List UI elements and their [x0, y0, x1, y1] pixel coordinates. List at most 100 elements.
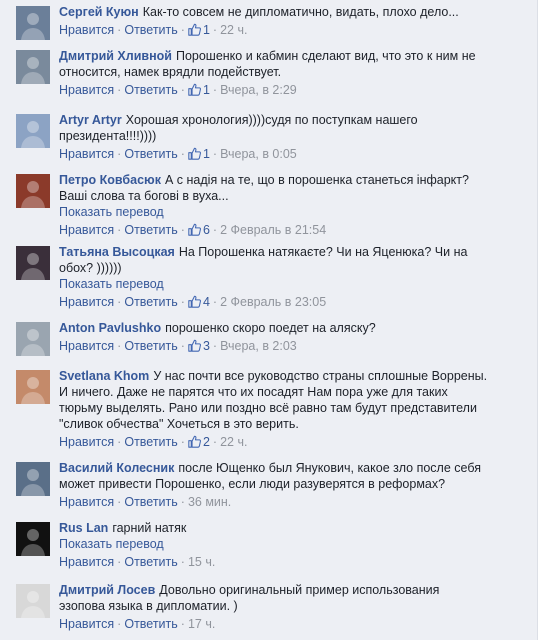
- avatar[interactable]: [16, 370, 50, 404]
- like-link[interactable]: Нравится: [59, 495, 114, 509]
- like-link[interactable]: Нравится: [59, 295, 114, 309]
- like-link[interactable]: Нравится: [59, 435, 114, 449]
- like-link[interactable]: Нравится: [59, 339, 114, 353]
- like-link[interactable]: Нравится: [59, 83, 114, 97]
- like-count[interactable]: 6: [188, 223, 210, 237]
- avatar[interactable]: [16, 522, 50, 556]
- reply-link[interactable]: Ответить: [124, 495, 177, 509]
- separator-dot: ·: [117, 495, 122, 509]
- like-count-value: 4: [202, 295, 210, 309]
- comment-timestamp[interactable]: 17 ч.: [188, 617, 215, 631]
- comment-text: И ничего. Даже не парятся что их посадят…: [59, 385, 448, 399]
- like-link[interactable]: Нравится: [59, 23, 114, 37]
- show-translation-link[interactable]: Показать перевод: [59, 204, 524, 220]
- reply-link[interactable]: Ответить: [124, 23, 177, 37]
- show-translation-link[interactable]: Показать перевод: [59, 536, 524, 552]
- separator-dot: ·: [180, 435, 185, 449]
- like-count[interactable]: 3: [188, 339, 210, 353]
- like-count-value: 2: [202, 435, 210, 449]
- comment-timestamp[interactable]: 2 Февраль в 23:05: [220, 295, 326, 309]
- comment-body: Artyr Artyr Хорошая хронология))))судя по…: [59, 112, 524, 162]
- comment-timestamp[interactable]: 2 Февраль в 21:54: [220, 223, 326, 237]
- comment-timestamp[interactable]: Вчера, в 0:05: [220, 147, 297, 161]
- comment-author[interactable]: Svetlana Khom: [59, 369, 149, 383]
- like-link[interactable]: Нравится: [59, 617, 114, 631]
- reply-link[interactable]: Ответить: [124, 435, 177, 449]
- comment-text: На Порошенка натякаєте? Чи на Яценюка? Ч…: [178, 245, 468, 259]
- comment-body: Rus Lan гарний натяк Показать перевод Нрави…: [59, 520, 524, 570]
- avatar[interactable]: [16, 6, 50, 40]
- reply-link[interactable]: Ответить: [124, 617, 177, 631]
- comment-actions: Нравится · Ответить · 36 мин.: [59, 494, 524, 510]
- separator-dot: ·: [180, 339, 185, 353]
- comment-text: Хорошая хронология))))судя по поступкам …: [125, 113, 418, 127]
- separator-dot: ·: [117, 83, 122, 97]
- comment-author[interactable]: Татьяна Высоцкая: [59, 245, 175, 259]
- comment-text-line: Anton Pavlushko порошенко скоро поедет на…: [59, 320, 524, 336]
- comment-author[interactable]: Дмитрий Лосев: [59, 583, 155, 597]
- separator-dot: ·: [180, 555, 185, 569]
- comment-text: после Ющенко был Янукович, какое зло пос…: [178, 461, 481, 475]
- comment-author[interactable]: Дмитрий Хливной: [59, 49, 172, 63]
- like-count-value: 6: [202, 223, 210, 237]
- reply-link[interactable]: Ответить: [124, 147, 177, 161]
- comment-body: Дмитрий Лосев Довольно оригинальный приме…: [59, 582, 524, 632]
- avatar[interactable]: [16, 462, 50, 496]
- avatar[interactable]: [16, 322, 50, 356]
- comment-timestamp[interactable]: Вчера, в 2:29: [220, 83, 297, 97]
- comment-actions: Нравится · Ответить · 17 ч.: [59, 616, 524, 632]
- comment-actions: Нравится · Ответить · 2 · 22 ч.: [59, 434, 524, 450]
- separator-dot: ·: [212, 339, 218, 353]
- comment-author[interactable]: Петро Ковбасюк: [59, 173, 161, 187]
- separator-dot: ·: [117, 147, 122, 161]
- comment-author[interactable]: Artyr Artyr: [59, 113, 122, 127]
- comment-text: обох? )))))): [59, 261, 122, 275]
- comment-text-line: Дмитрий Лосев Довольно оригинальный приме…: [59, 582, 524, 598]
- reply-link[interactable]: Ответить: [124, 555, 177, 569]
- avatar[interactable]: [16, 584, 50, 618]
- like-link[interactable]: Нравится: [59, 223, 114, 237]
- separator-dot: ·: [180, 147, 185, 161]
- comment-body: Василий Колесник после Ющенко был Янукови…: [59, 460, 524, 510]
- like-count[interactable]: 4: [188, 295, 210, 309]
- comment-actions: Нравится · Ответить · 3 · Вчера, в 2:03: [59, 338, 524, 354]
- like-count[interactable]: 1: [188, 83, 210, 97]
- comment-timestamp[interactable]: Вчера, в 2:03: [220, 339, 297, 353]
- reply-link[interactable]: Ответить: [124, 83, 177, 97]
- like-count-value: 1: [202, 23, 210, 37]
- comment-author[interactable]: Rus Lan: [59, 521, 108, 535]
- comment-author[interactable]: Сергей Куюн: [59, 5, 139, 19]
- comment-text-line: Дмитрий Хливной Порошенко и кабмин сделаю…: [59, 48, 524, 64]
- avatar[interactable]: [16, 246, 50, 280]
- like-count-value: 1: [202, 147, 210, 161]
- comment-text: эзопова языка в дипломатии. ): [59, 599, 238, 613]
- avatar[interactable]: [16, 50, 50, 84]
- comment-actions: Нравится · Ответить · 4 · 2 Февраль в 23:05: [59, 294, 524, 310]
- avatar[interactable]: [16, 174, 50, 208]
- comment-timestamp[interactable]: 36 мин.: [188, 495, 231, 509]
- comment-actions: Нравится · Ответить · 6 · 2 Февраль в 21:54: [59, 222, 524, 238]
- like-link[interactable]: Нравится: [59, 555, 114, 569]
- reply-link[interactable]: Ответить: [124, 295, 177, 309]
- avatar[interactable]: [16, 114, 50, 148]
- comment-timestamp[interactable]: 22 ч.: [220, 435, 247, 449]
- comment-author[interactable]: Anton Pavlushko: [59, 321, 161, 335]
- like-count[interactable]: 1: [188, 23, 210, 37]
- like-count[interactable]: 2: [188, 435, 210, 449]
- like-link[interactable]: Нравится: [59, 147, 114, 161]
- comment-timestamp[interactable]: 15 ч.: [188, 555, 215, 569]
- show-translation-link[interactable]: Показать перевод: [59, 276, 524, 292]
- comment-text: Ваші слова та богові в вуха...: [59, 189, 229, 203]
- comment-body: Дмитрий Хливной Порошенко и кабмин сделаю…: [59, 48, 524, 98]
- reply-link[interactable]: Ответить: [124, 223, 177, 237]
- comment-text: Довольно оригинальный пример использован…: [159, 583, 440, 597]
- comment-text-line: Rus Lan гарний натяк: [59, 520, 524, 536]
- separator-dot: ·: [180, 83, 185, 97]
- like-count[interactable]: 1: [188, 147, 210, 161]
- reply-link[interactable]: Ответить: [124, 339, 177, 353]
- comment-body: Сергей Куюн Как-то совсем не дипломатично…: [59, 4, 524, 38]
- comment-actions: Нравится · Ответить · 15 ч.: [59, 554, 524, 570]
- comment-author[interactable]: Василий Колесник: [59, 461, 174, 475]
- separator-dot: ·: [212, 295, 218, 309]
- comment-timestamp[interactable]: 22 ч.: [220, 23, 247, 37]
